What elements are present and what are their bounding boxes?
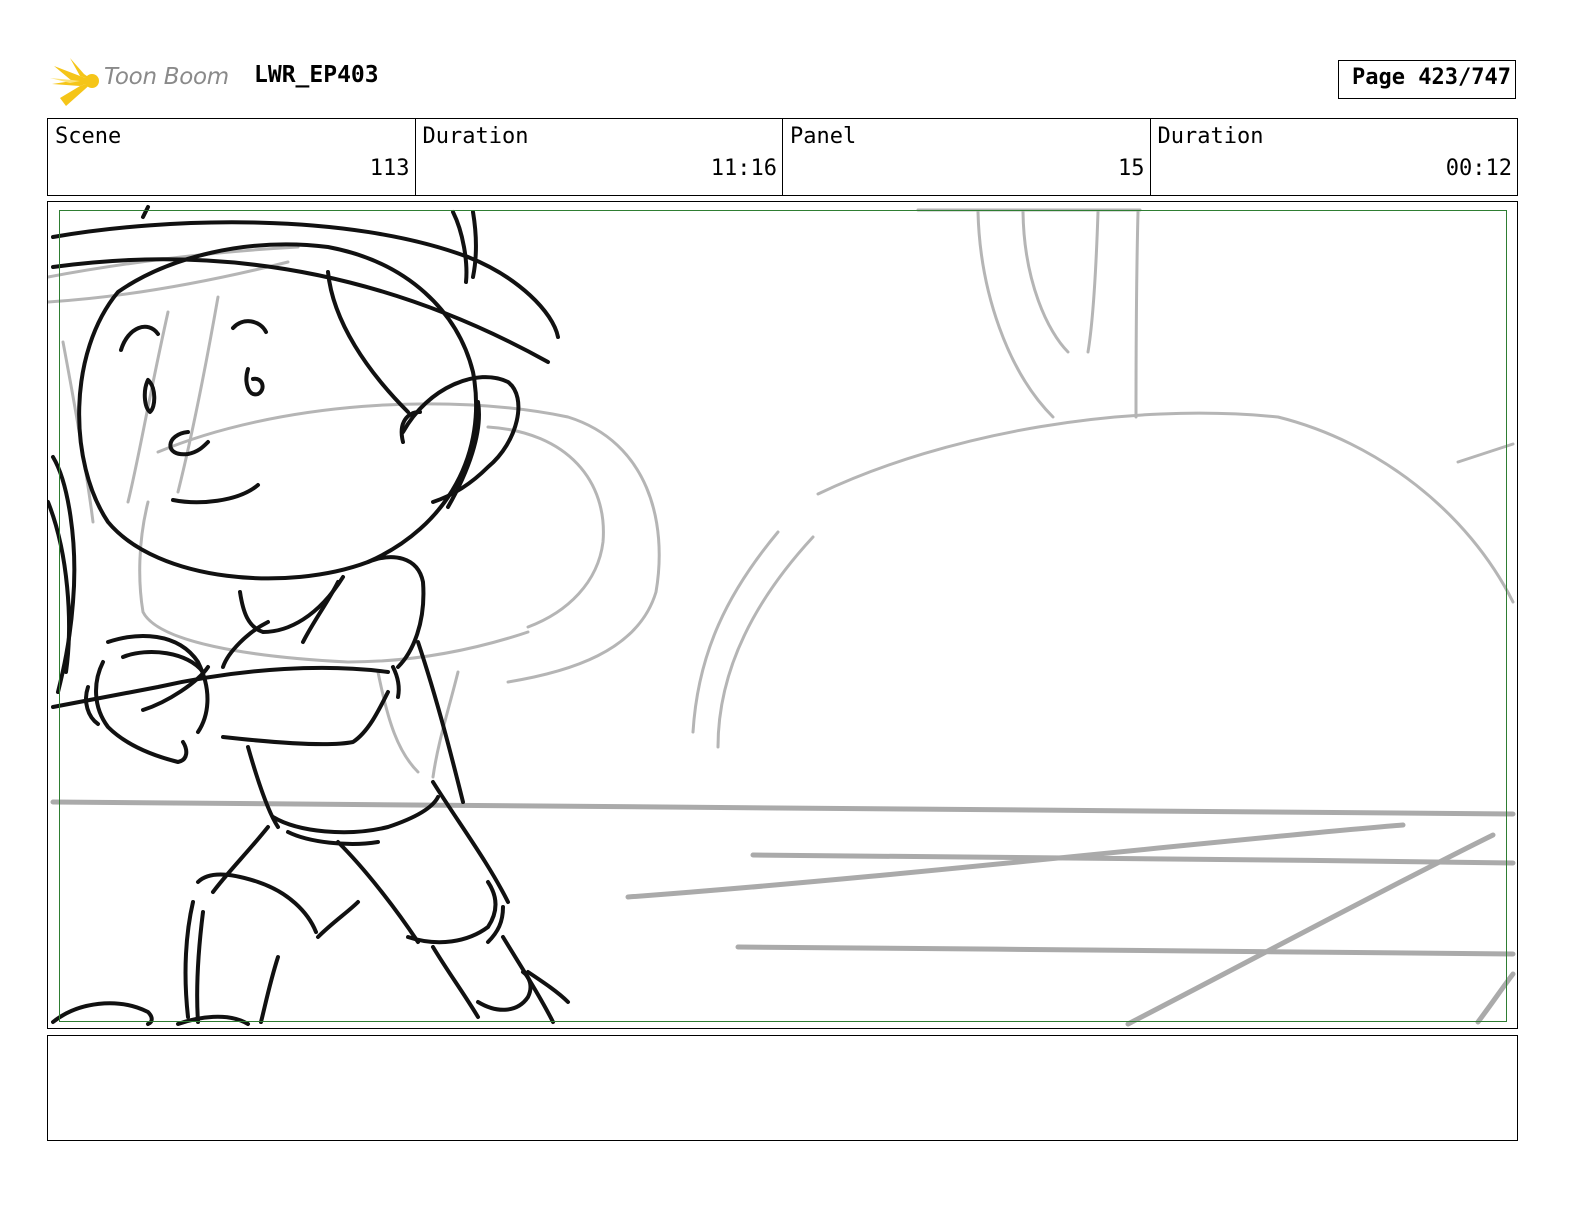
scene-duration-label: Duration — [422, 124, 529, 149]
scene-info-table: Scene 113 Duration 11:16 Panel 15 Durati… — [47, 118, 1518, 196]
scene-duration-cell: Duration 11:16 — [416, 119, 783, 195]
panel-duration-cell: Duration 00:12 — [1151, 119, 1518, 195]
panel-duration-value: 00:12 — [1445, 156, 1512, 181]
panel-label: Panel — [790, 124, 857, 149]
panel-cell: Panel 15 — [783, 119, 1151, 195]
safe-frame — [59, 210, 1507, 1022]
page-number: Page 423/747 — [1352, 65, 1511, 90]
notes-box[interactable] — [47, 1035, 1518, 1141]
scene-label: Scene — [55, 124, 122, 149]
page-indicator: Page 423/747 — [1338, 60, 1516, 99]
star-burst-icon — [50, 58, 99, 106]
scene-value: 113 — [369, 156, 410, 181]
toon-boom-logo: Toon Boom — [50, 54, 240, 108]
storyboard-panel — [47, 201, 1518, 1029]
scene-cell: Scene 113 — [48, 119, 416, 195]
panel-value: 15 — [1118, 156, 1145, 181]
panel-duration-label: Duration — [1157, 124, 1264, 149]
scene-duration-value: 11:16 — [710, 156, 777, 181]
logo-text: Toon Boom — [104, 64, 229, 90]
project-title: LWR_EP403 — [254, 62, 379, 88]
